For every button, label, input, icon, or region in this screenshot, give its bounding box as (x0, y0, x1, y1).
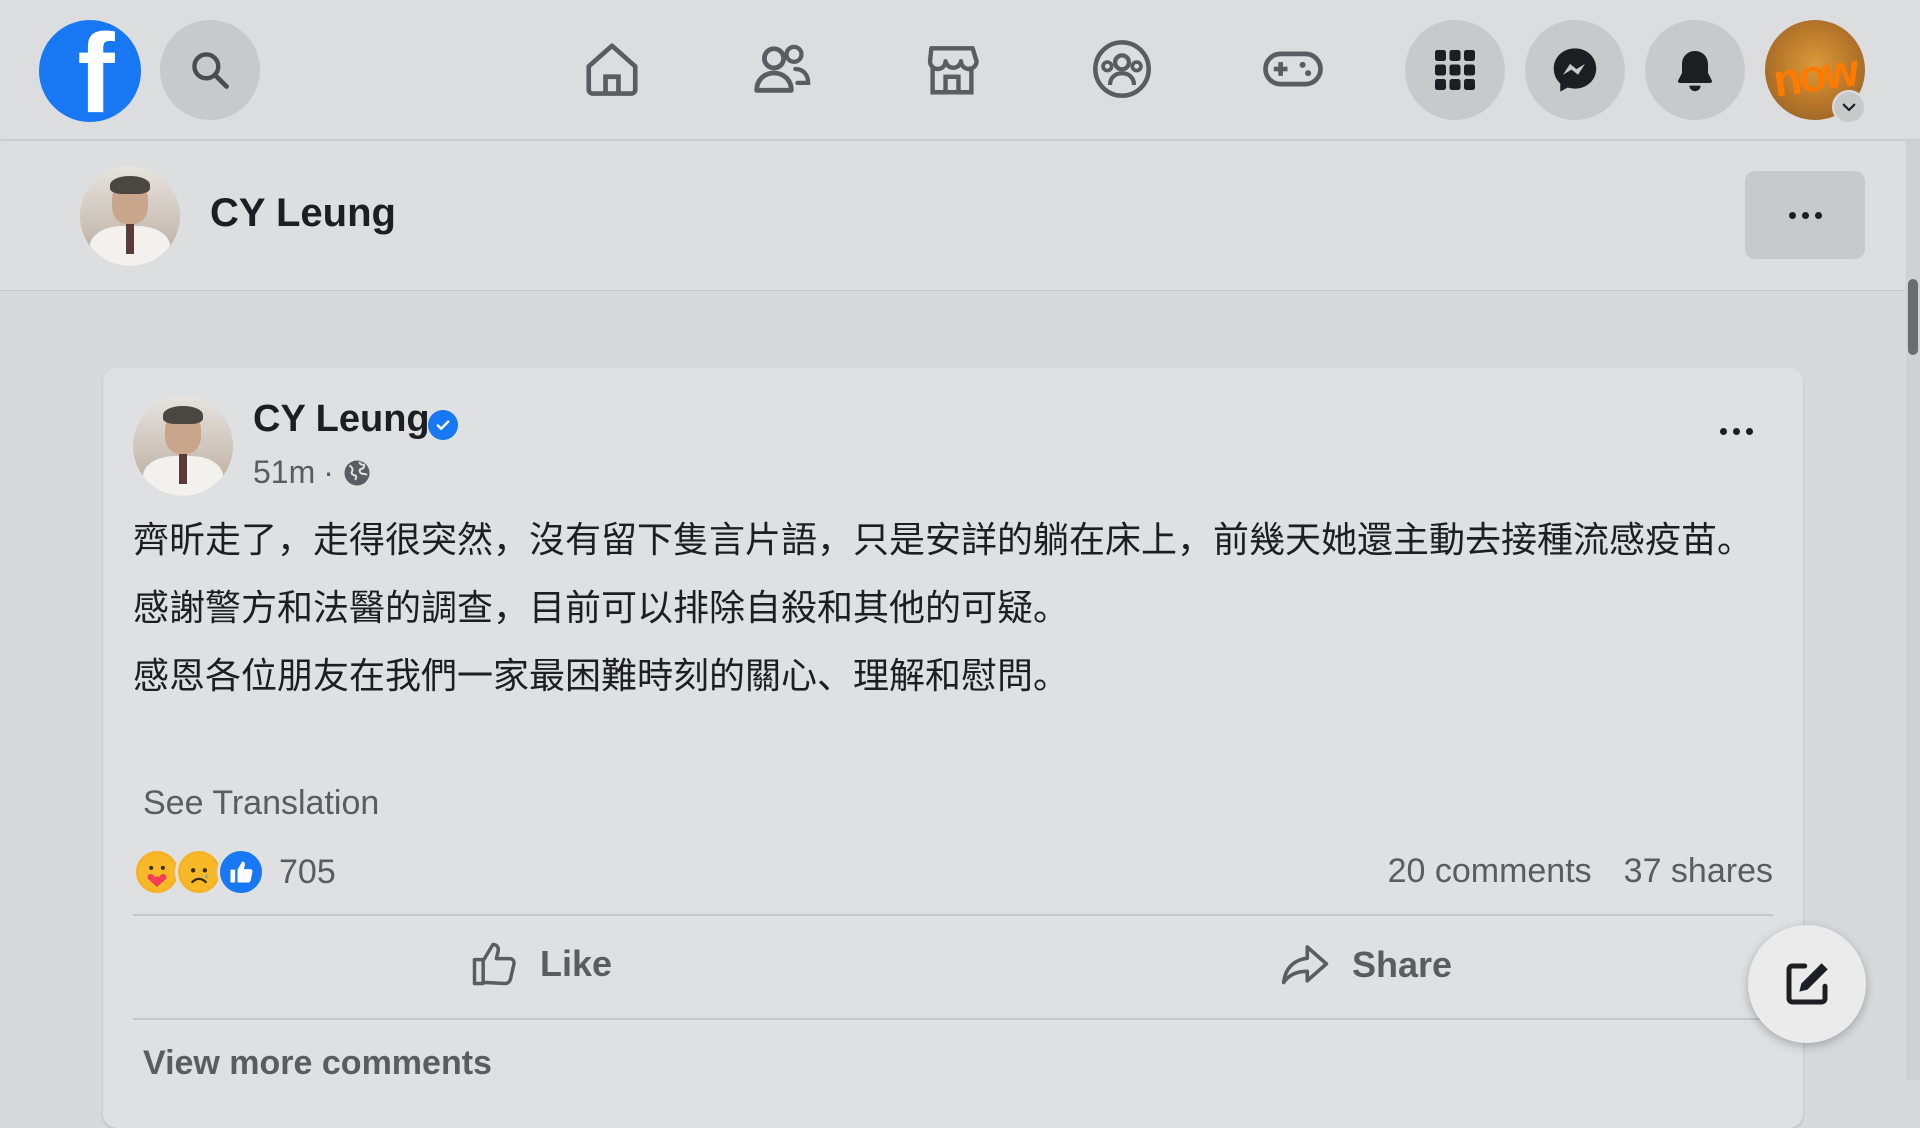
reaction-summary[interactable]: 705 (133, 848, 336, 896)
groups-icon (1093, 40, 1151, 98)
post-paragraph: 齊昕走了，走得很突然，沒有留下隻言片語，只是安詳的躺在床上，前幾天她還主動去接種… (133, 520, 1754, 561)
grid-menu-icon (1435, 50, 1475, 90)
share-button[interactable]: Share (1278, 938, 1452, 992)
profile-name[interactable]: CY Leung (210, 191, 396, 236)
messenger-button[interactable] (1525, 20, 1625, 120)
profile-sticky-header: CY Leung (0, 141, 1905, 291)
messenger-icon (1553, 48, 1597, 92)
sad-reaction-icon (175, 848, 223, 896)
shares-count[interactable]: 37 shares (1624, 852, 1773, 891)
thumbs-up-icon (472, 942, 516, 986)
engagement-counts: 20 comments 37 shares (1388, 852, 1773, 891)
nav-groups[interactable] (1087, 34, 1157, 104)
post-author-avatar[interactable] (133, 396, 233, 496)
divider (133, 1018, 1773, 1020)
facebook-logo[interactable]: f (39, 20, 141, 122)
comments-count[interactable]: 20 comments (1388, 852, 1592, 891)
chevron-down-icon (1842, 103, 1856, 112)
care-reaction-icon (133, 848, 181, 896)
more-dots-icon (1788, 211, 1822, 219)
nav-gaming[interactable] (1258, 34, 1328, 104)
post-author-name[interactable]: CY Leung (253, 398, 430, 441)
post-paragraph: 感謝警方和法醫的調查，目前可以排除自殺和其他的可疑。 (133, 588, 1070, 629)
post-meta: 51m · (253, 454, 372, 491)
page-scrollbar[interactable] (1906, 141, 1920, 1080)
marketplace-icon (927, 46, 979, 95)
post-body: 齊昕走了，走得很突然，沒有留下隻言片語，只是安詳的躺在床上，前幾天她還主動去接種… (133, 516, 1773, 720)
gaming-icon (1263, 51, 1323, 87)
scrollbar-thumb[interactable] (1908, 279, 1918, 355)
post-timestamp[interactable]: 51m (253, 454, 315, 491)
search-icon (192, 52, 229, 89)
share-arrow-icon (1281, 945, 1329, 985)
nav-marketplace[interactable] (917, 34, 987, 104)
nav-friends[interactable] (747, 34, 817, 104)
see-translation-link[interactable]: See Translation (143, 784, 379, 823)
compose-edit-icon (1786, 963, 1828, 1005)
more-dots-icon (1720, 428, 1753, 435)
post-options-button[interactable] (1720, 428, 1753, 435)
home-icon (586, 43, 638, 96)
divider (133, 914, 1773, 916)
search-button[interactable] (160, 20, 260, 120)
meta-separator: · (323, 454, 334, 490)
post-paragraph: 感恩各位朋友在我們一家最困難時刻的關心、理解和慰問。 (133, 656, 1070, 697)
top-nav-bar: f now (0, 0, 1920, 140)
reaction-count: 705 (279, 852, 336, 891)
like-reaction-icon (217, 848, 265, 896)
globe-icon (344, 460, 370, 485)
previous-post-button-edge[interactable] (1547, 290, 1763, 306)
profile-avatar[interactable] (80, 166, 180, 266)
notifications-button[interactable] (1645, 20, 1745, 120)
post-card: CY Leung 51m · 齊昕走了，走得很突然，沒有留下隻言片語，只是安詳的… (103, 368, 1803, 1128)
bell-icon (1677, 51, 1713, 92)
like-button[interactable]: Like (468, 938, 612, 990)
nav-home[interactable] (577, 34, 647, 104)
view-more-comments-link[interactable]: View more comments (143, 1044, 492, 1083)
account-menu-button[interactable] (1832, 90, 1866, 124)
menu-button[interactable] (1405, 20, 1505, 120)
facebook-logo-letter: f (77, 20, 115, 122)
verified-badge-icon (428, 410, 458, 440)
profile-more-button[interactable] (1745, 171, 1865, 259)
new-message-button[interactable] (1748, 925, 1866, 1043)
share-label: Share (1352, 944, 1453, 985)
like-label: Like (540, 943, 613, 984)
friends-icon (754, 44, 811, 93)
